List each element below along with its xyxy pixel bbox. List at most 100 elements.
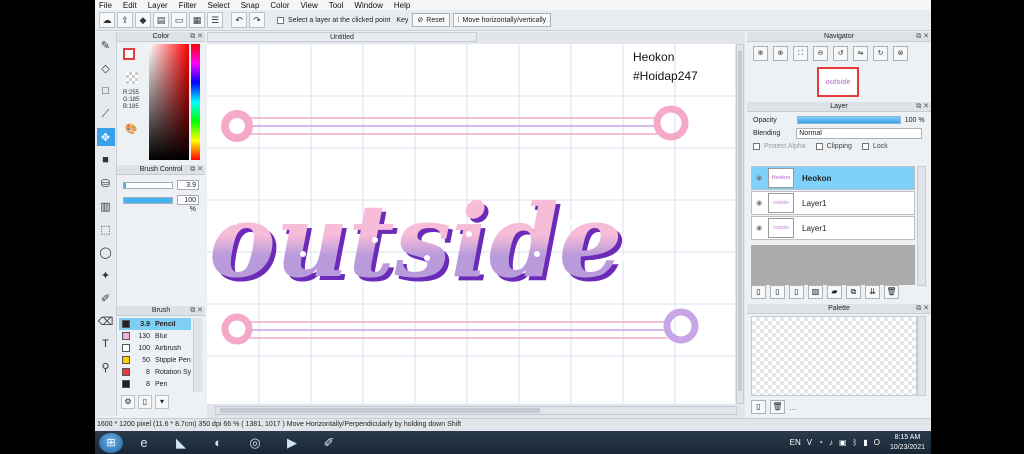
menu-color[interactable]: Color (270, 1, 289, 10)
bluetooth-icon[interactable]: ᛒ (853, 438, 858, 447)
select-layer-at-point-checkbox[interactable]: Select a layer at the clicked point (277, 16, 390, 24)
panel-controls-icon[interactable]: ⧉ ✕ (916, 32, 929, 42)
flip-icon[interactable]: ⇋ (853, 46, 868, 61)
taskbar-clock[interactable]: 8:15 AM 10/23/2021 (890, 433, 925, 453)
merge-down-icon[interactable]: ⇊ (865, 285, 880, 299)
canvas-vertical-scrollbar[interactable] (736, 44, 744, 404)
hue-slider[interactable] (191, 44, 200, 160)
saturation-value-picker[interactable] (149, 44, 189, 160)
paint-app-icon[interactable]: ✐ (314, 433, 344, 453)
brush-item[interactable]: 8 Pen (119, 378, 191, 390)
brush-list-scrollbar[interactable] (193, 318, 202, 392)
magic-wand-tool-icon[interactable]: ✦ (97, 266, 115, 284)
canvas[interactable]: outside outside Heokon #Hoidap247 (207, 44, 735, 404)
menu-select[interactable]: Select (207, 1, 229, 10)
volume-icon[interactable]: ♪ (829, 438, 833, 447)
menu-help[interactable]: Help (394, 1, 410, 10)
menu-edit[interactable]: Edit (123, 1, 137, 10)
windows-start-icon[interactable]: ⊞ (99, 432, 123, 453)
menu-layer[interactable]: Layer (148, 1, 168, 10)
visibility-eye-icon[interactable]: ◉ (752, 199, 766, 207)
move-hv-button[interactable]: ⁞ Move horizontally/vertically (452, 13, 552, 27)
delete-layer-icon[interactable]: 🗑 (884, 285, 899, 299)
eyedropper-tool-icon[interactable]: ⚲ (97, 358, 115, 376)
internet-explorer-icon[interactable]: e (129, 433, 159, 453)
vertical-scroll-thumb[interactable] (738, 51, 742, 391)
eraser-tool-icon[interactable]: ◇ (97, 59, 115, 77)
navigator-thumbnail[interactable]: outside (817, 67, 859, 97)
line-tool-icon[interactable]: ⟋ (97, 105, 115, 123)
export-icon[interactable]: ⇪ (117, 12, 133, 28)
protect-alpha-checkbox[interactable]: Protect Alpha (753, 143, 806, 150)
youtube-app-icon[interactable]: ▶ (277, 433, 307, 453)
lasso-tool-icon[interactable]: ◯ (97, 243, 115, 261)
language-indicator[interactable]: EN (790, 438, 801, 447)
palette-menu-icon[interactable]: … (789, 403, 797, 412)
bucket-tool-icon[interactable]: ⛁ (97, 174, 115, 192)
text-tool-icon[interactable]: T (97, 335, 115, 353)
opera-icon[interactable]: O (874, 438, 880, 447)
reset-view-icon[interactable]: ⊗ (893, 46, 908, 61)
new-8bit-layer-icon[interactable]: ▯ (770, 285, 785, 299)
visual-studio-icon[interactable]: ◣ (166, 433, 196, 453)
menu-file[interactable]: File (99, 1, 112, 10)
brush-size-value[interactable]: 3.9 (177, 180, 199, 190)
menu-snap[interactable]: Snap (241, 1, 260, 10)
visibility-eye-icon[interactable]: ◉ (752, 224, 766, 232)
panel-controls-icon[interactable]: ⧉ ✕ (916, 102, 929, 112)
battery-icon[interactable]: ▮ (863, 438, 867, 447)
new-folder-icon[interactable]: ▰ (827, 285, 842, 299)
panel-controls-icon[interactable]: ⧉ ✕ (190, 32, 203, 42)
fill-rect-tool-icon[interactable]: ■ (97, 151, 115, 169)
brush-item[interactable]: 3.9 Pencil (119, 318, 191, 330)
rotate-right-icon[interactable]: ↻ (873, 46, 888, 61)
brush-settings-icon[interactable]: ⚙ (121, 395, 135, 409)
wifi-icon[interactable]: ◔ (818, 438, 823, 447)
new-layer-icon[interactable]: ▯ (751, 285, 766, 299)
menu-view[interactable]: View (301, 1, 318, 10)
document-tab[interactable]: Untitled (207, 32, 477, 42)
palette-scrollbar[interactable] (917, 316, 926, 396)
zoom-in-alt-icon[interactable]: ⊕ (773, 46, 788, 61)
gradient-tool-icon[interactable]: ▥ (97, 197, 115, 215)
shape-icon[interactable]: ◆ (135, 12, 151, 28)
blending-mode-select[interactable]: Normal (796, 128, 923, 139)
layer-item[interactable]: ◉ Heokon Heokon (751, 166, 915, 190)
grid-icon[interactable]: ▦ (189, 12, 205, 28)
select-eraser-tool-icon[interactable]: ⌫ (97, 312, 115, 330)
menu-tool[interactable]: Tool (329, 1, 344, 10)
background-color-swatch[interactable] (126, 72, 138, 84)
reset-button[interactable]: ⊘ Reset (412, 13, 450, 27)
duplicate-layer-icon[interactable]: ⧉ (846, 285, 861, 299)
foreground-color-swatch[interactable] (123, 48, 135, 60)
zoom-in-icon[interactable]: ⊕ (753, 46, 768, 61)
select-rect-tool-icon[interactable]: ⬚ (97, 220, 115, 238)
brush-opacity-slider[interactable] (123, 196, 173, 204)
move-tool-icon[interactable]: ✥ (96, 128, 115, 146)
new-1bit-layer-icon[interactable]: ▯ (789, 285, 804, 299)
brush-menu-icon[interactable]: ▾ (155, 395, 169, 409)
panel-controls-icon[interactable]: ⧉ ✕ (916, 304, 929, 314)
brush-item[interactable]: 50 Stipple Pen (119, 354, 191, 366)
new-palette-icon[interactable]: ▯ (751, 400, 766, 414)
zoom-out-icon[interactable]: ⊖ (813, 46, 828, 61)
rotate-left-icon[interactable]: ↺ (833, 46, 848, 61)
panel-controls-icon[interactable]: ⧉ ✕ (190, 165, 203, 175)
brush-item[interactable]: 8 Rotation Sy (119, 366, 191, 378)
network-icon[interactable]: ▣ (839, 438, 847, 447)
layer-item[interactable]: ◉ outside Layer1 (751, 191, 915, 215)
palette-grid[interactable] (751, 316, 917, 396)
checkbox-box[interactable] (277, 16, 284, 24)
undo-icon[interactable]: ↶ (231, 12, 247, 28)
rectangle-tool-icon[interactable]: □ (97, 82, 115, 100)
delete-palette-icon[interactable]: 🗑 (770, 400, 785, 414)
brush-size-slider[interactable] (123, 181, 173, 189)
clipping-checkbox[interactable]: Clipping (815, 143, 852, 150)
fit-window-icon[interactable]: ⛶ (793, 46, 808, 61)
layer-opacity-slider[interactable] (796, 116, 901, 124)
cloud-icon[interactable]: ☁ (99, 12, 115, 28)
palette-icon[interactable]: 🎨 (125, 124, 139, 136)
canvas-horizontal-scrollbar[interactable] (215, 406, 737, 415)
layer-item[interactable]: ◉ outside Layer1 (751, 216, 915, 240)
checkbox-box[interactable] (815, 143, 823, 150)
